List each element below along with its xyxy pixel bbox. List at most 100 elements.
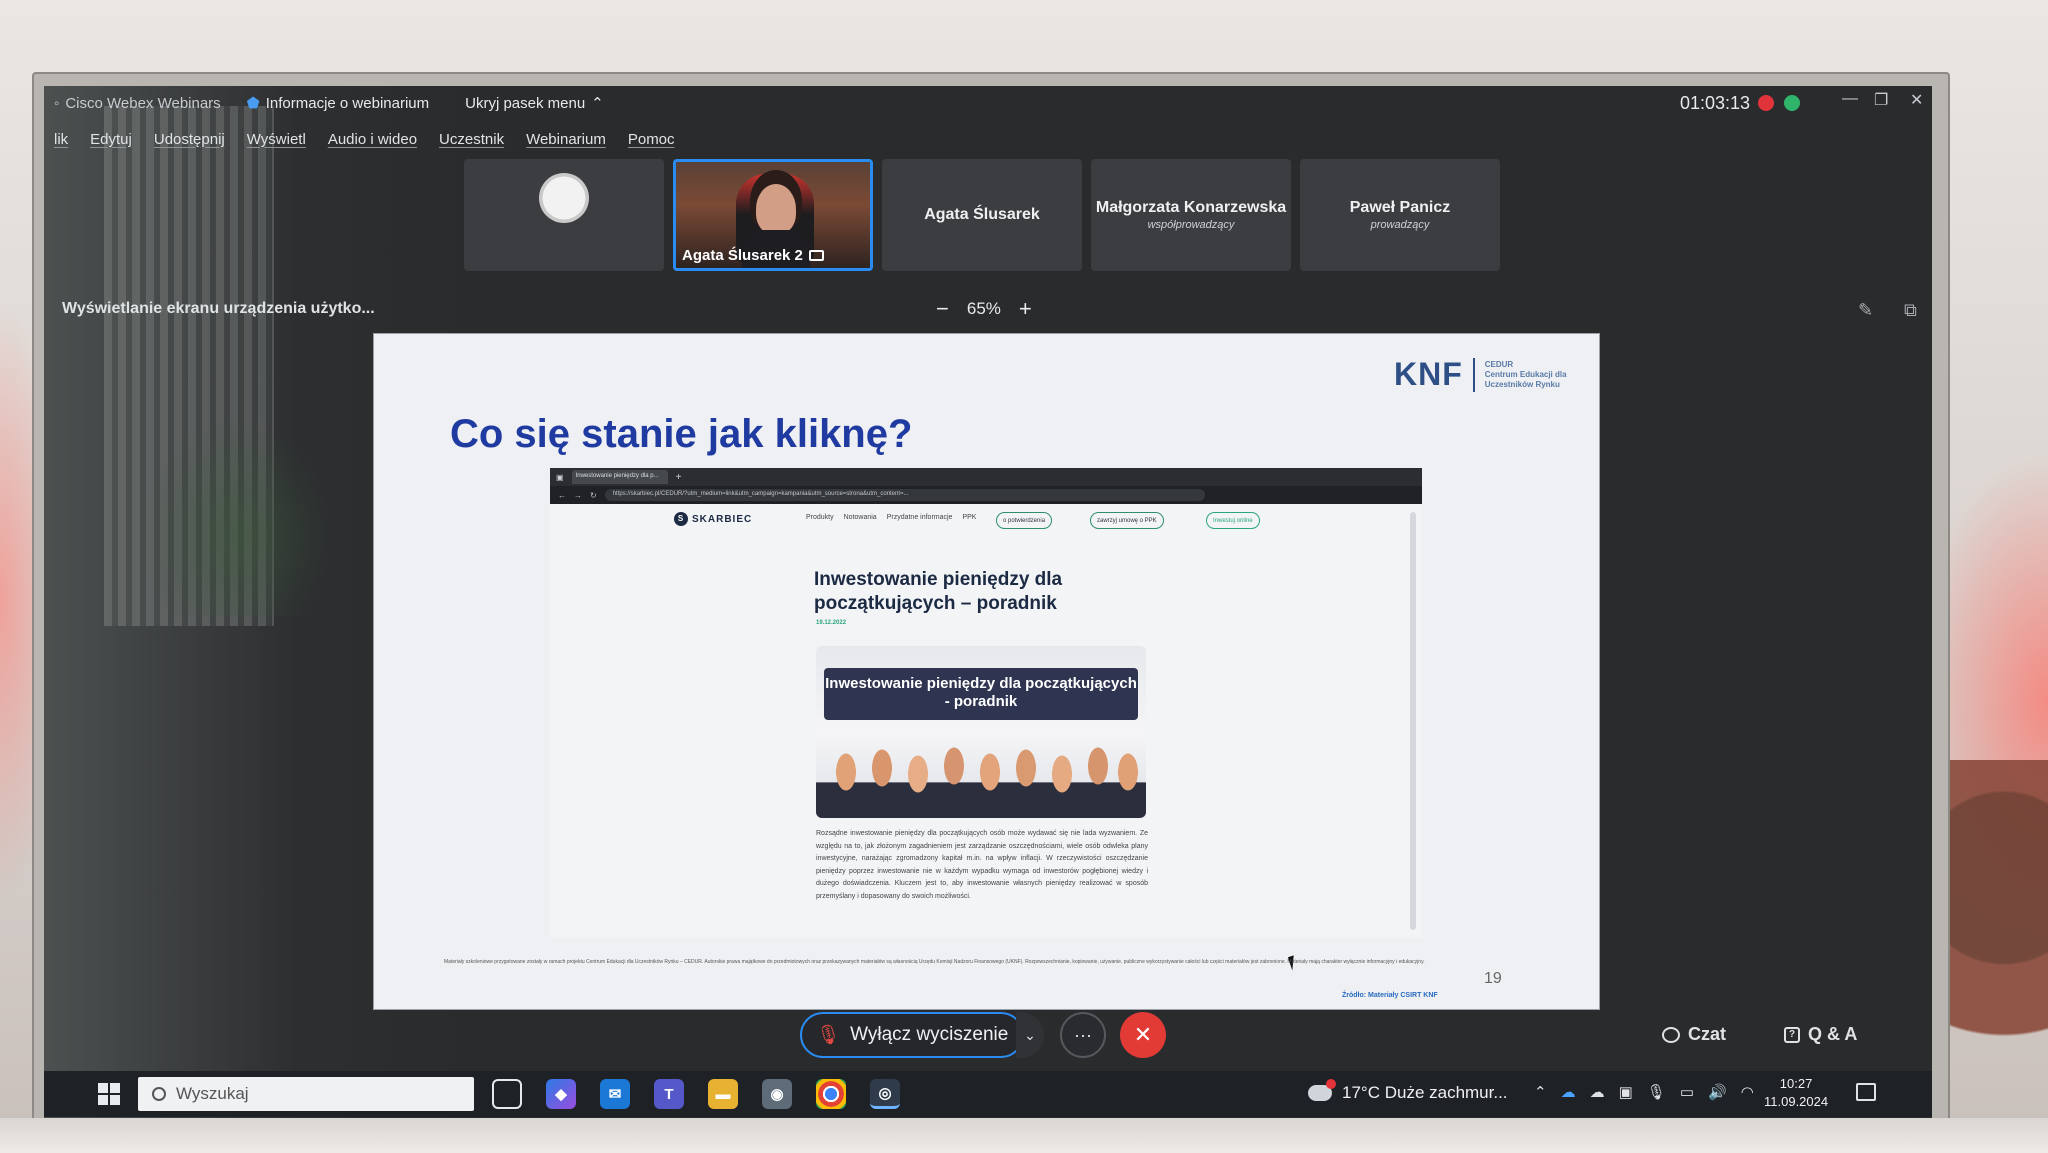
logo-divider bbox=[1472, 357, 1475, 392]
popout-icon[interactable]: ⧉ bbox=[1904, 300, 1917, 321]
site-link: Notowania bbox=[843, 514, 877, 521]
camera-icon[interactable]: ◉ bbox=[762, 1079, 792, 1109]
menu-participant[interactable]: Uczestnik bbox=[439, 131, 504, 148]
onedrive-icon[interactable]: ☁ bbox=[1561, 1083, 1576, 1101]
chevron-up-icon[interactable]: ⌃ bbox=[1534, 1083, 1547, 1101]
site-pill: zawrzyj umowę o PPK bbox=[1090, 512, 1164, 529]
slide-page-number: 19 bbox=[1484, 970, 1502, 987]
new-tab-icon: + bbox=[675, 471, 682, 483]
menu-file[interactable]: lik bbox=[54, 131, 68, 148]
qa-button[interactable]: ? Q & A bbox=[1784, 1024, 1857, 1045]
browser-url-bar: ← → ↻ https://skarbiec.pl/CEDUR/?utm_med… bbox=[550, 486, 1422, 504]
zoom-out-button[interactable]: − bbox=[936, 296, 949, 322]
article-body: Rozsądne inwestowanie pieniędzy dla pocz… bbox=[816, 830, 1148, 900]
clock-time: 10:27 bbox=[1779, 1076, 1813, 1091]
site-pill: o potwierdzenia bbox=[996, 512, 1053, 529]
cedur-line-2: Centrum Edukacji dla bbox=[1484, 369, 1567, 379]
question-icon: ? bbox=[1784, 1026, 1800, 1043]
recording-icon[interactable] bbox=[1758, 95, 1774, 111]
participant-tile-active[interactable]: Agata Ślusarek 2 bbox=[673, 159, 873, 271]
cedur-line-1: CEDUR bbox=[1484, 359, 1514, 369]
cloud-icon bbox=[1308, 1079, 1336, 1101]
wifi-icon[interactable]: ◠ bbox=[1741, 1083, 1754, 1101]
participant-strip: Agata Ślusarek 2 Agata Ślusarek Małgorza… bbox=[464, 159, 1500, 271]
participant-tile[interactable] bbox=[464, 159, 664, 271]
zoom-controls: − 65% + bbox=[936, 296, 1032, 322]
embedded-browser-screenshot: ▣ Inwestowanie pieniędzy dla p... + ← → … bbox=[550, 468, 1422, 971]
skarbiec-logo: S SKARBIEC bbox=[674, 512, 752, 526]
browser-tab: Inwestowanie pieniędzy dla p... bbox=[571, 470, 668, 484]
connection-status-icon[interactable] bbox=[1784, 95, 1800, 111]
windows-taskbar: Wyszukaj ◆ ✉ T ▬ ◉ ◎ 17°C Duże zachmur..… bbox=[44, 1071, 1932, 1117]
participant-role: prowadzący bbox=[1370, 219, 1430, 231]
teams-tray-icon[interactable]: ▣ bbox=[1619, 1083, 1633, 1101]
webinar-info-label: Informacje o webinarium bbox=[265, 94, 430, 112]
address-field: https://skarbiec.pl/CEDUR/?utm_medium=li… bbox=[604, 489, 1205, 501]
copilot-icon[interactable]: ◆ bbox=[546, 1079, 576, 1109]
webex-logo-icon: ◦ bbox=[54, 94, 60, 112]
more-options-button[interactable]: ··· bbox=[1060, 1012, 1106, 1058]
windows-start-icon[interactable] bbox=[98, 1083, 120, 1105]
microphone-icon[interactable]: 🎙 bbox=[1647, 1083, 1666, 1101]
hide-menu-bar-label: Ukryj pasek menu bbox=[465, 94, 586, 112]
search-placeholder: Wyszukaj bbox=[176, 1084, 249, 1103]
menu-help[interactable]: Pomoc bbox=[628, 131, 675, 148]
mic-muted-icon: 🎙 bbox=[816, 1025, 841, 1046]
chevron-up-icon: ⌃ bbox=[591, 95, 604, 112]
app-title: ◦ Cisco Webex Webinars bbox=[54, 95, 221, 112]
chrome-icon[interactable] bbox=[816, 1079, 846, 1109]
participant-tile[interactable]: Paweł Panicz prowadzący bbox=[1300, 159, 1500, 271]
menu-audio-video[interactable]: Audio i wideo bbox=[328, 131, 417, 148]
participant-name: Agata Ślusarek bbox=[924, 206, 1040, 223]
minimize-icon[interactable]: — bbox=[1842, 90, 1858, 108]
weather-text: 17°C Duże zachmur... bbox=[1342, 1083, 1508, 1102]
webex-icon[interactable]: ◎ bbox=[870, 1079, 900, 1109]
menu-share[interactable]: Udostępnij bbox=[154, 131, 225, 148]
taskbar-apps: ◆ ✉ T ▬ ◉ ◎ bbox=[492, 1079, 900, 1109]
teams-icon[interactable]: T bbox=[654, 1079, 684, 1109]
forward-icon: → bbox=[574, 490, 582, 500]
clock-date: 11.09.2024 bbox=[1764, 1094, 1829, 1109]
participant-tile[interactable]: Agata Ślusarek bbox=[882, 159, 1082, 271]
hide-menu-bar-button[interactable]: Ukryj pasek menu ⌃ bbox=[465, 94, 604, 113]
search-icon bbox=[152, 1087, 166, 1101]
unmute-button[interactable]: 🎙 Wyłącz wyciszenie bbox=[800, 1012, 1025, 1058]
annotate-icon[interactable]: ✎ bbox=[1858, 300, 1873, 321]
menu-webinar[interactable]: Webinarium bbox=[526, 131, 606, 148]
close-icon[interactable]: ✕ bbox=[1910, 90, 1923, 110]
webinar-info-button[interactable]: ⬟ Informacje o webinarium bbox=[246, 94, 430, 113]
cedur-text: CEDUR Centrum Edukacji dla Uczestników R… bbox=[1485, 360, 1567, 390]
zoom-in-button[interactable]: + bbox=[1019, 296, 1032, 322]
plant-decoration bbox=[1938, 760, 2048, 1153]
slide-footer-text: Materiały szkoleniowe przygotowane zosta… bbox=[444, 959, 1425, 965]
skarbiec-logo-text: SKARBIEC bbox=[692, 513, 753, 525]
menu-view[interactable]: Wyświetl bbox=[247, 131, 306, 148]
audio-options-dropdown[interactable]: ⌄ bbox=[1016, 1012, 1044, 1058]
notification-icon[interactable] bbox=[1856, 1083, 1876, 1101]
taskbar-clock[interactable]: 10:27 11.09.2024 bbox=[1764, 1075, 1828, 1111]
thumbs-up-image bbox=[816, 738, 1146, 818]
menu-edit[interactable]: Edytuj bbox=[90, 131, 132, 148]
file-explorer-icon[interactable]: ▬ bbox=[708, 1079, 738, 1109]
participant-tile[interactable]: Małgorzata Konarzewska współprowadzący bbox=[1091, 159, 1291, 271]
cloud-sync-icon[interactable]: ☁ bbox=[1590, 1083, 1605, 1101]
taskbar-search-input[interactable]: Wyszukaj bbox=[138, 1077, 474, 1111]
menu-bar: lik Edytuj Udostępnij Wyświetl Audio i w… bbox=[44, 126, 675, 152]
weather-widget[interactable]: 17°C Duże zachmur... bbox=[1308, 1079, 1508, 1103]
battery-icon[interactable]: ▭ bbox=[1680, 1083, 1694, 1101]
share-screen-icon bbox=[808, 250, 824, 261]
site-link: Przydatne informacje bbox=[886, 514, 953, 521]
skarbiec-logo-icon: S bbox=[674, 512, 688, 526]
mail-icon[interactable]: ✉ bbox=[600, 1079, 630, 1109]
volume-icon[interactable]: 🔊 bbox=[1708, 1083, 1727, 1101]
site-link: Produkty bbox=[806, 514, 834, 521]
hero-banner: Inwestowanie pieniędzy dla początkującyc… bbox=[824, 668, 1138, 720]
chat-button[interactable]: Czat bbox=[1662, 1024, 1726, 1045]
site-nav: S SKARBIEC Produkty Notowania Przydatne … bbox=[550, 508, 1422, 532]
article-title: Inwestowanie pieniędzy dla początkującyc… bbox=[814, 569, 1063, 614]
restore-icon[interactable]: ❐ bbox=[1874, 90, 1888, 110]
shield-icon: ⬟ bbox=[246, 95, 260, 112]
leave-button[interactable]: ✕ bbox=[1120, 1012, 1166, 1058]
task-view-icon[interactable] bbox=[492, 1079, 522, 1109]
chat-icon bbox=[1662, 1026, 1680, 1043]
